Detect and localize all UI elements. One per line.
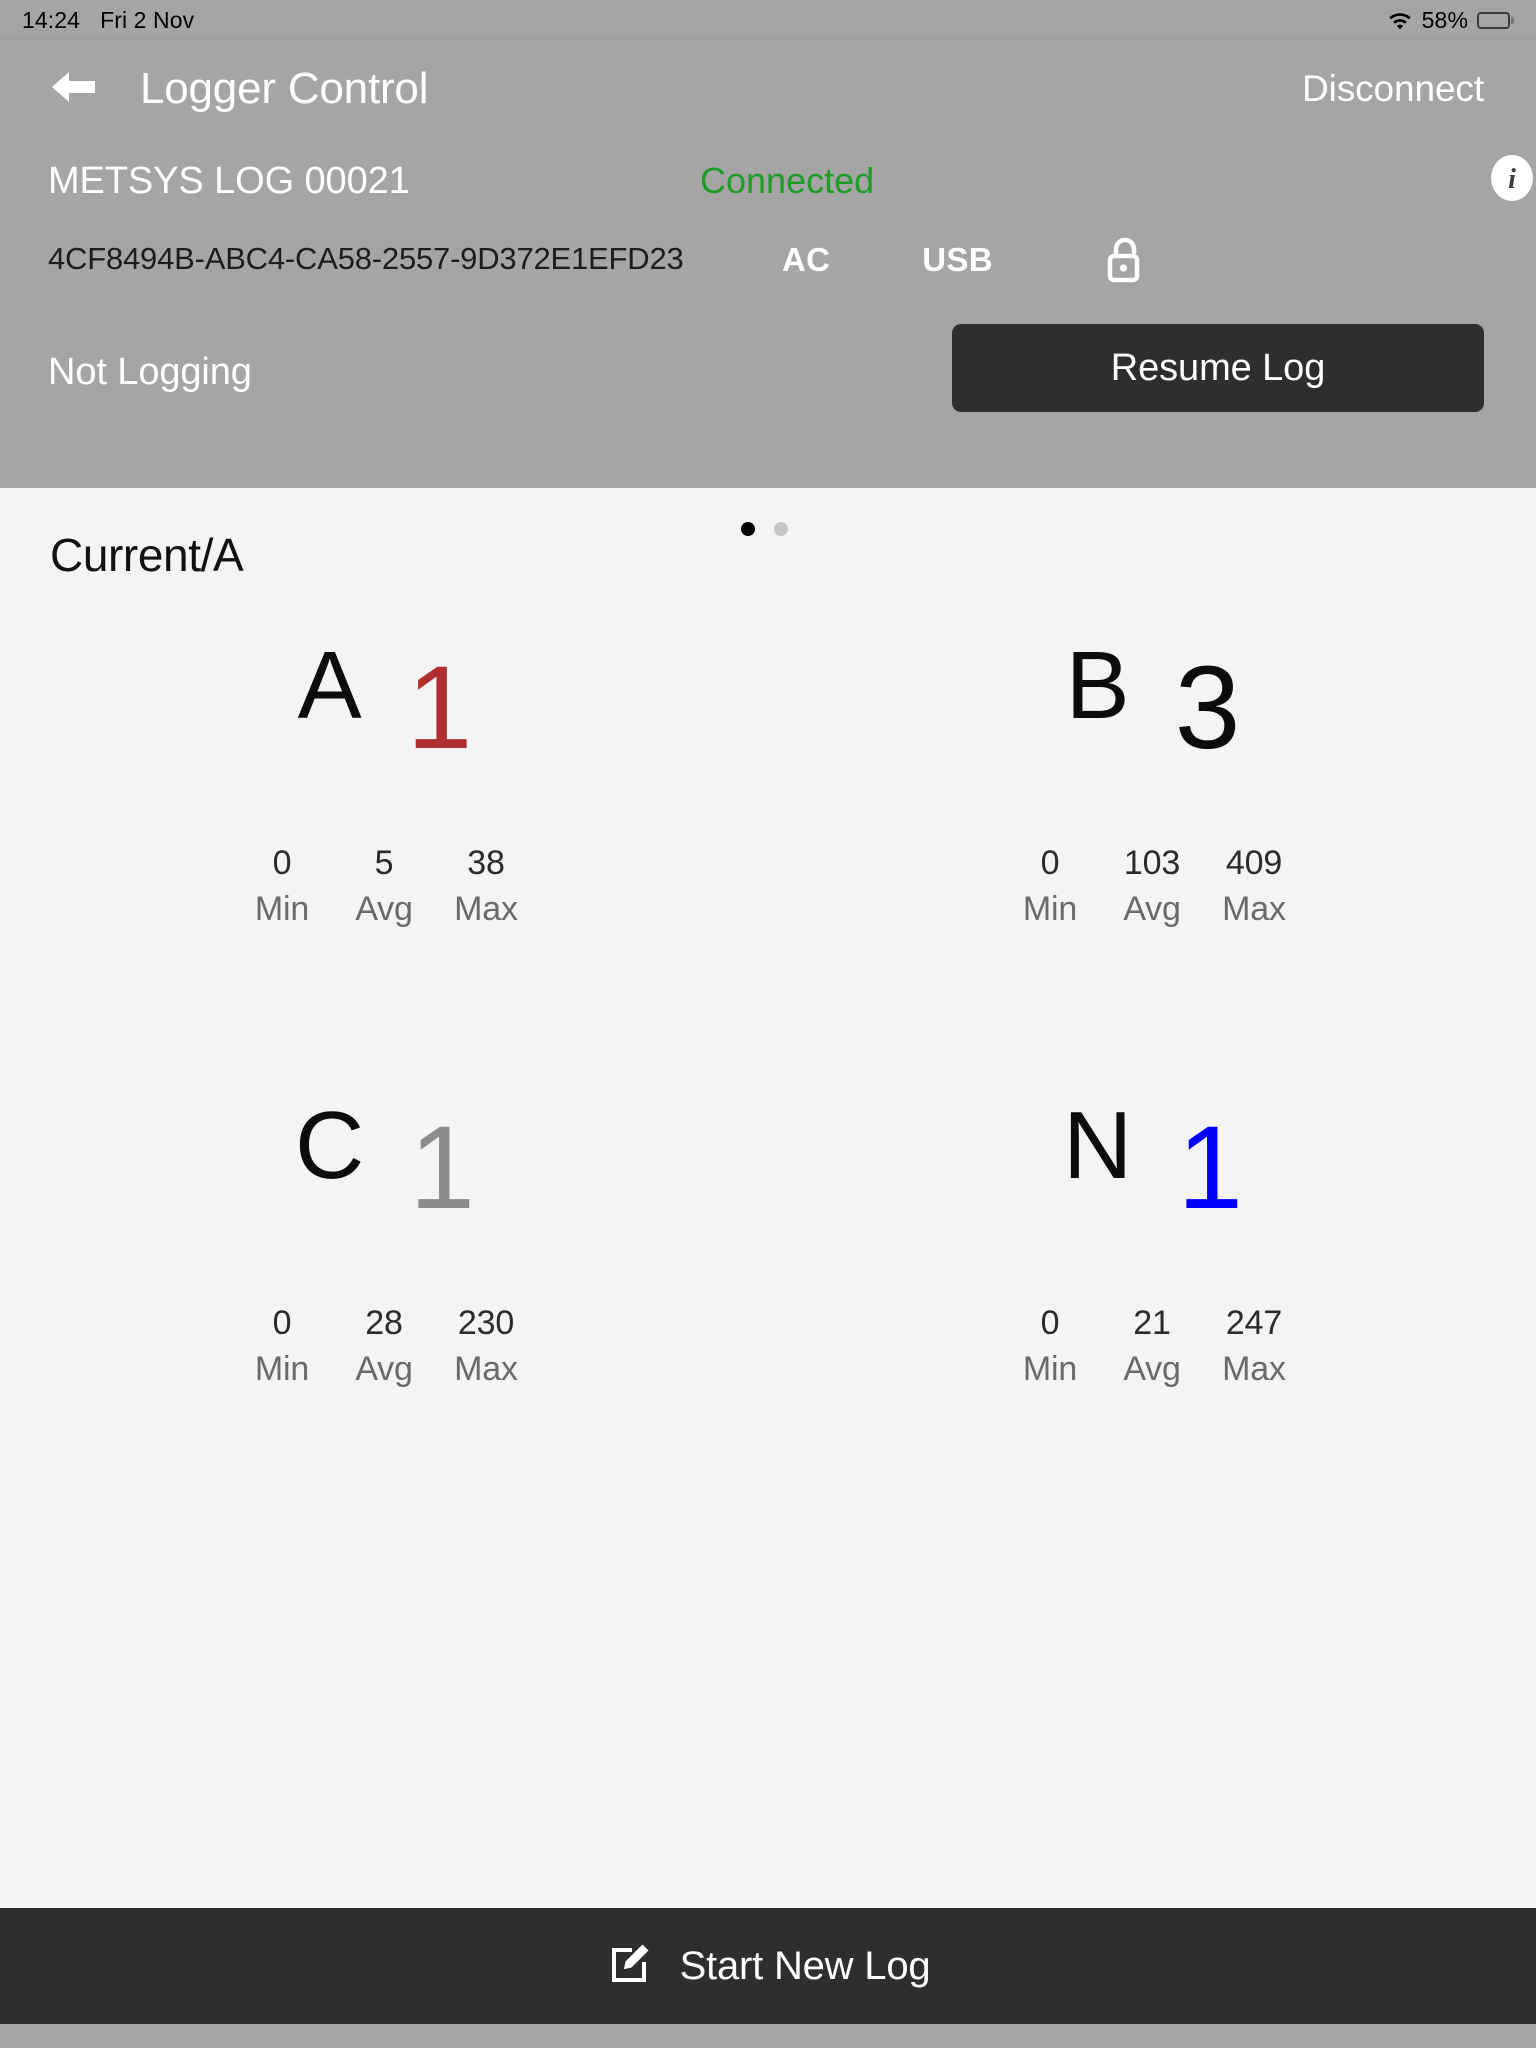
battery-percent: 58% [1421, 6, 1468, 33]
info-icon[interactable]: i [1488, 154, 1536, 202]
status-bar-left: 14:24 Fri 2 Nov [22, 7, 194, 34]
page-title: Logger Control [140, 64, 429, 113]
connection-status: Connected [700, 160, 875, 201]
logging-state: Not Logging [48, 350, 252, 393]
wifi-icon [1387, 10, 1413, 30]
stat-avg-label: Avg [355, 1350, 413, 1389]
stat-min-label: Min [254, 1350, 310, 1389]
battery-icon [1477, 11, 1514, 29]
svg-text:i: i [1508, 164, 1516, 195]
phase-reading: B 3 [768, 638, 1536, 828]
stat-avg: 5 Avg [334, 844, 434, 931]
phase-card[interactable]: C 1 0 Min 28 Avg 230 Max [0, 1068, 768, 1528]
stat-avg-value: 21 [1133, 1304, 1171, 1342]
stat-avg-label: Avg [1123, 1350, 1181, 1389]
stat-min-label: Min [254, 890, 310, 929]
phase-card[interactable]: A 1 0 Min 5 Avg 38 Max [0, 608, 768, 1068]
phase-reading: C 1 [0, 1098, 768, 1288]
measurements-content: Current/A A 1 0 Min 5 Avg 38 Max B 3 0 M… [0, 488, 1536, 1908]
phase-stats: 0 Min 103 Avg 409 Max [768, 844, 1536, 931]
status-date: Fri 2 Nov [100, 6, 195, 33]
compose-pencil-icon [606, 1940, 654, 1993]
stat-max-value: 38 [467, 844, 505, 882]
phase-value: 1 [1177, 1102, 1243, 1234]
stat-min-label: Min [1022, 1350, 1078, 1389]
stat-avg: 103 Avg [1102, 844, 1202, 931]
stat-avg: 28 Avg [334, 1304, 434, 1391]
stat-min-value: 0 [272, 844, 292, 882]
stat-max-label: Max [454, 890, 518, 929]
page-dot-2[interactable] [774, 522, 788, 536]
phase-reading: N 1 [768, 1098, 1536, 1288]
phase-stats: 0 Min 5 Avg 38 Max [0, 844, 768, 931]
stat-min: 0 Min [1000, 1304, 1100, 1391]
navigation-bar: Logger Control Disconnect [0, 40, 1536, 124]
phase-stats: 0 Min 21 Avg 247 Max [768, 1304, 1536, 1391]
phase-stats: 0 Min 28 Avg 230 Max [0, 1304, 768, 1391]
device-info-row-logging: Not Logging Resume Log [48, 324, 1484, 420]
home-indicator-strip [0, 2024, 1536, 2048]
stat-max-label: Max [1222, 1350, 1286, 1389]
phase-value: 1 [409, 1102, 475, 1234]
power-flag-usb: USB [922, 241, 993, 278]
stat-avg-value: 5 [374, 844, 394, 882]
phase-value: 3 [1174, 642, 1241, 774]
status-bar-right: 58% [1387, 7, 1514, 34]
unlocked-padlock-icon[interactable] [1103, 234, 1147, 286]
stat-max: 38 Max [436, 844, 536, 931]
page-dots[interactable] [741, 522, 788, 536]
page-dot-1[interactable] [741, 522, 755, 536]
stat-avg: 21 Avg [1102, 1304, 1202, 1391]
stat-max: 247 Max [1204, 1304, 1304, 1391]
stat-max-value: 409 [1225, 844, 1283, 882]
phase-value: 1 [406, 642, 473, 774]
logger-header-panel: Logger Control Disconnect METSYS LOG 000… [0, 40, 1536, 488]
phase-label: B [1065, 632, 1130, 739]
stat-avg-value: 28 [365, 1304, 403, 1342]
section-header: Current/A [0, 488, 1536, 608]
stat-max-label: Max [1222, 890, 1286, 929]
power-flags: AC USB [768, 234, 1488, 286]
start-new-log-button[interactable]: Start New Log [0, 1908, 1536, 2024]
stat-min: 0 Min [1000, 844, 1100, 931]
phase-reading: A 1 [0, 638, 768, 828]
stat-max-value: 247 [1225, 1304, 1283, 1342]
phase-label: N [1063, 1092, 1132, 1199]
stat-max-value: 230 [457, 1304, 515, 1342]
device-uuid: 4CF8494B-ABC4-CA58-2557-9D372E1EFD23 [48, 241, 684, 276]
stat-avg-label: Avg [1123, 890, 1181, 929]
stat-max: 409 Max [1204, 844, 1304, 931]
status-time: 14:24 [22, 6, 81, 33]
device-info-row-uuid: 4CF8494B-ABC4-CA58-2557-9D372E1EFD23 AC … [48, 232, 1484, 286]
log-name: METSYS LOG 00021 [48, 160, 410, 202]
stat-avg-value: 103 [1123, 844, 1181, 882]
start-new-log-label: Start New Log [679, 1943, 931, 1988]
power-flag-ac: AC [782, 241, 831, 278]
phase-label: C [295, 1092, 364, 1199]
stat-max-label: Max [454, 1350, 518, 1389]
disconnect-button[interactable]: Disconnect [1302, 68, 1484, 110]
status-bar: 14:24 Fri 2 Nov 58% [0, 0, 1536, 40]
stat-min-label: Min [1022, 890, 1078, 929]
resume-log-button[interactable]: Resume Log [952, 324, 1484, 412]
phase-card[interactable]: B 3 0 Min 103 Avg 409 Max [768, 608, 1536, 1068]
device-info-row-name: METSYS LOG 00021 Connected i [48, 155, 1533, 216]
stat-min-value: 0 [272, 1304, 292, 1342]
back-arrow-icon[interactable] [48, 68, 98, 111]
phase-grid: A 1 0 Min 5 Avg 38 Max B 3 0 Min 103 Avg… [0, 608, 1536, 1528]
stat-min: 0 Min [232, 1304, 332, 1391]
section-title: Current/A [50, 529, 244, 581]
stat-max: 230 Max [436, 1304, 536, 1391]
phase-card[interactable]: N 1 0 Min 21 Avg 247 Max [768, 1068, 1536, 1528]
phase-label: A [297, 632, 362, 739]
stat-min-value: 0 [1040, 844, 1060, 882]
stat-avg-label: Avg [355, 890, 413, 929]
stat-min: 0 Min [232, 844, 332, 931]
stat-min-value: 0 [1040, 1304, 1060, 1342]
device-info-area: METSYS LOG 00021 Connected i 4CF8494B-AB… [0, 155, 1536, 420]
